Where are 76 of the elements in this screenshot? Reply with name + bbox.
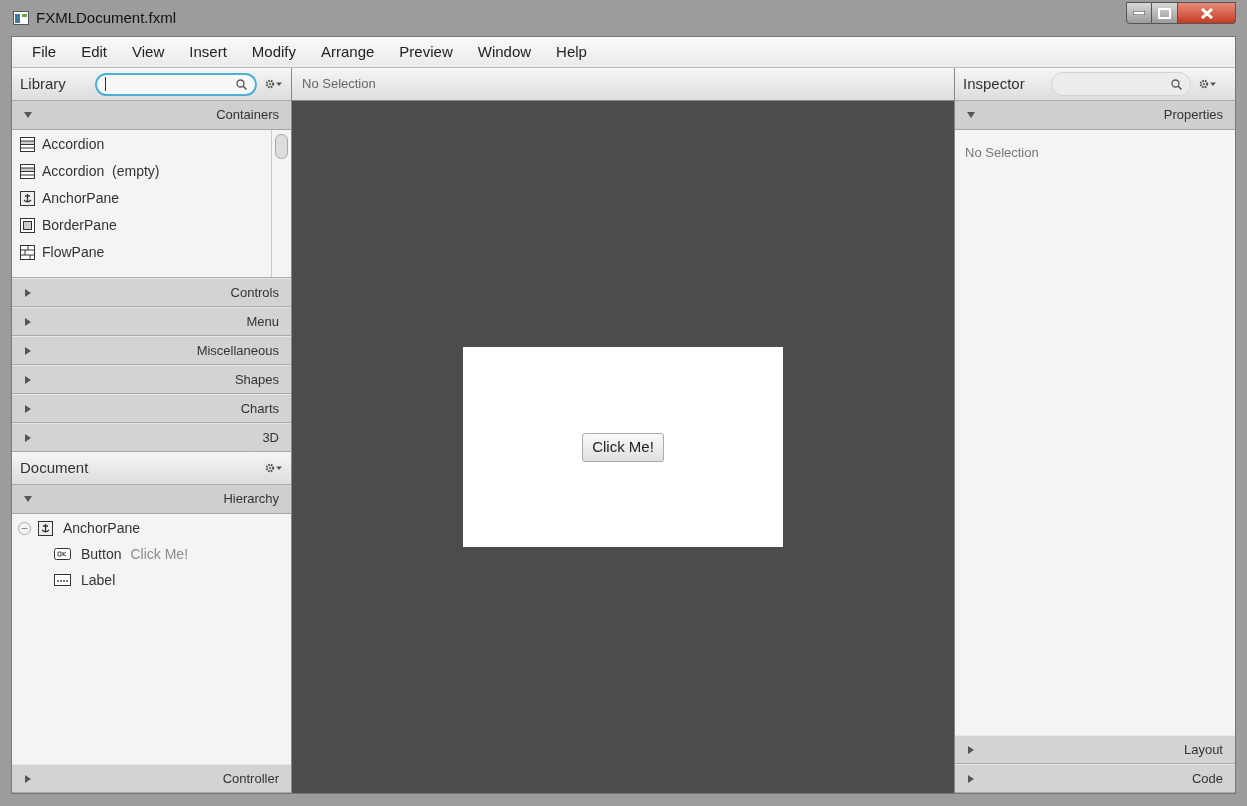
accordion-icon <box>20 137 35 152</box>
section-header[interactable]: Layout <box>955 735 1235 764</box>
scrollbar[interactable] <box>271 130 291 277</box>
minimize-button[interactable] <box>1126 2 1152 24</box>
inspector-search-field[interactable] <box>1051 72 1191 96</box>
section-header[interactable]: Controller <box>12 764 291 793</box>
flow-pane-icon <box>20 245 35 260</box>
menu-item[interactable]: Help <box>544 40 599 64</box>
collapsed-triangle-icon <box>24 375 32 384</box>
menu-item[interactable]: Arrange <box>309 40 387 64</box>
tree-item-label[interactable]: Button <box>81 543 122 565</box>
search-field[interactable] <box>95 72 257 96</box>
menu-item[interactable]: View <box>120 40 177 64</box>
collapsed-triangle-icon <box>24 346 32 355</box>
collapsed-triangle-icon <box>967 774 975 783</box>
section-header[interactable]: Charts <box>12 394 291 423</box>
search-icon <box>236 78 247 90</box>
accordion-icon <box>20 164 35 179</box>
gear-menu-icon[interactable] <box>265 79 283 89</box>
minimize-icon <box>1133 11 1145 15</box>
section-header[interactable]: Containers <box>12 101 291 130</box>
section-header[interactable]: Hierarchy <box>12 485 291 514</box>
collapse-icon[interactable] <box>18 521 31 535</box>
section-header[interactable]: Menu <box>12 307 291 336</box>
button-node-icon <box>54 548 71 560</box>
section-header[interactable]: Code <box>955 764 1235 793</box>
panel-title: Library <box>20 73 67 94</box>
gear-menu-icon[interactable] <box>1199 79 1217 89</box>
library-item[interactable]: FlowPane <box>12 239 271 266</box>
section-header[interactable]: Miscellaneous <box>12 336 291 365</box>
panel-title: Document <box>20 457 90 478</box>
text-cursor <box>105 77 106 91</box>
anchor-pane-preview[interactable]: Click Me! <box>463 347 783 547</box>
search-icon <box>1171 78 1182 90</box>
section-header[interactable]: Controls <box>12 278 291 307</box>
panel-title: Inspector <box>963 73 1026 94</box>
menu-item[interactable]: Window <box>465 40 544 64</box>
anchor-icon <box>38 520 53 536</box>
window-icon <box>13 11 29 25</box>
menu-item[interactable]: File <box>20 40 69 64</box>
section-header[interactable]: Shapes <box>12 365 291 394</box>
library-item[interactable]: BorderPane <box>12 212 271 239</box>
collapsed-triangle-icon <box>24 774 32 783</box>
tree-item-label[interactable]: Label <box>81 569 116 591</box>
menu-item[interactable]: Modify <box>239 40 308 64</box>
collapsed-triangle-icon <box>24 317 32 326</box>
scroll-thumb[interactable] <box>275 134 288 159</box>
expanded-triangle-icon <box>967 111 975 119</box>
gear-menu-icon[interactable] <box>265 463 283 473</box>
expanded-triangle-icon <box>24 495 32 503</box>
expanded-triangle-icon <box>24 111 32 119</box>
tree-item-label[interactable]: AnchorPane <box>63 517 141 539</box>
empty-message: No Selection <box>965 145 1039 160</box>
maximize-icon <box>1158 7 1171 19</box>
window-title: FXMLDocument.fxml <box>36 7 177 28</box>
menu-item[interactable]: Edit <box>69 40 120 64</box>
collapsed-triangle-icon <box>24 433 32 442</box>
collapsed-triangle-icon <box>24 288 32 297</box>
collapsed-triangle-icon <box>967 745 975 754</box>
close-button[interactable] <box>1178 2 1236 24</box>
click-me-button[interactable]: Click Me! <box>582 432 664 462</box>
label-node-icon <box>54 574 71 586</box>
library-item[interactable]: AnchorPane <box>12 185 271 212</box>
menu-item[interactable]: Preview <box>387 40 465 64</box>
anchor-icon <box>20 191 35 206</box>
tree-item-detail: Click Me! <box>130 544 189 564</box>
maximize-button[interactable] <box>1152 2 1178 24</box>
section-header[interactable]: Properties <box>955 101 1235 130</box>
close-icon <box>1199 7 1214 19</box>
collapsed-triangle-icon <box>24 404 32 413</box>
library-item[interactable]: Accordion (empty) <box>12 158 271 185</box>
section-header[interactable]: 3D <box>12 423 291 452</box>
menu-item[interactable]: Insert <box>177 40 239 64</box>
library-item[interactable]: Accordion <box>12 131 271 158</box>
border-pane-icon <box>20 218 35 233</box>
selection-status: No Selection <box>302 75 376 94</box>
